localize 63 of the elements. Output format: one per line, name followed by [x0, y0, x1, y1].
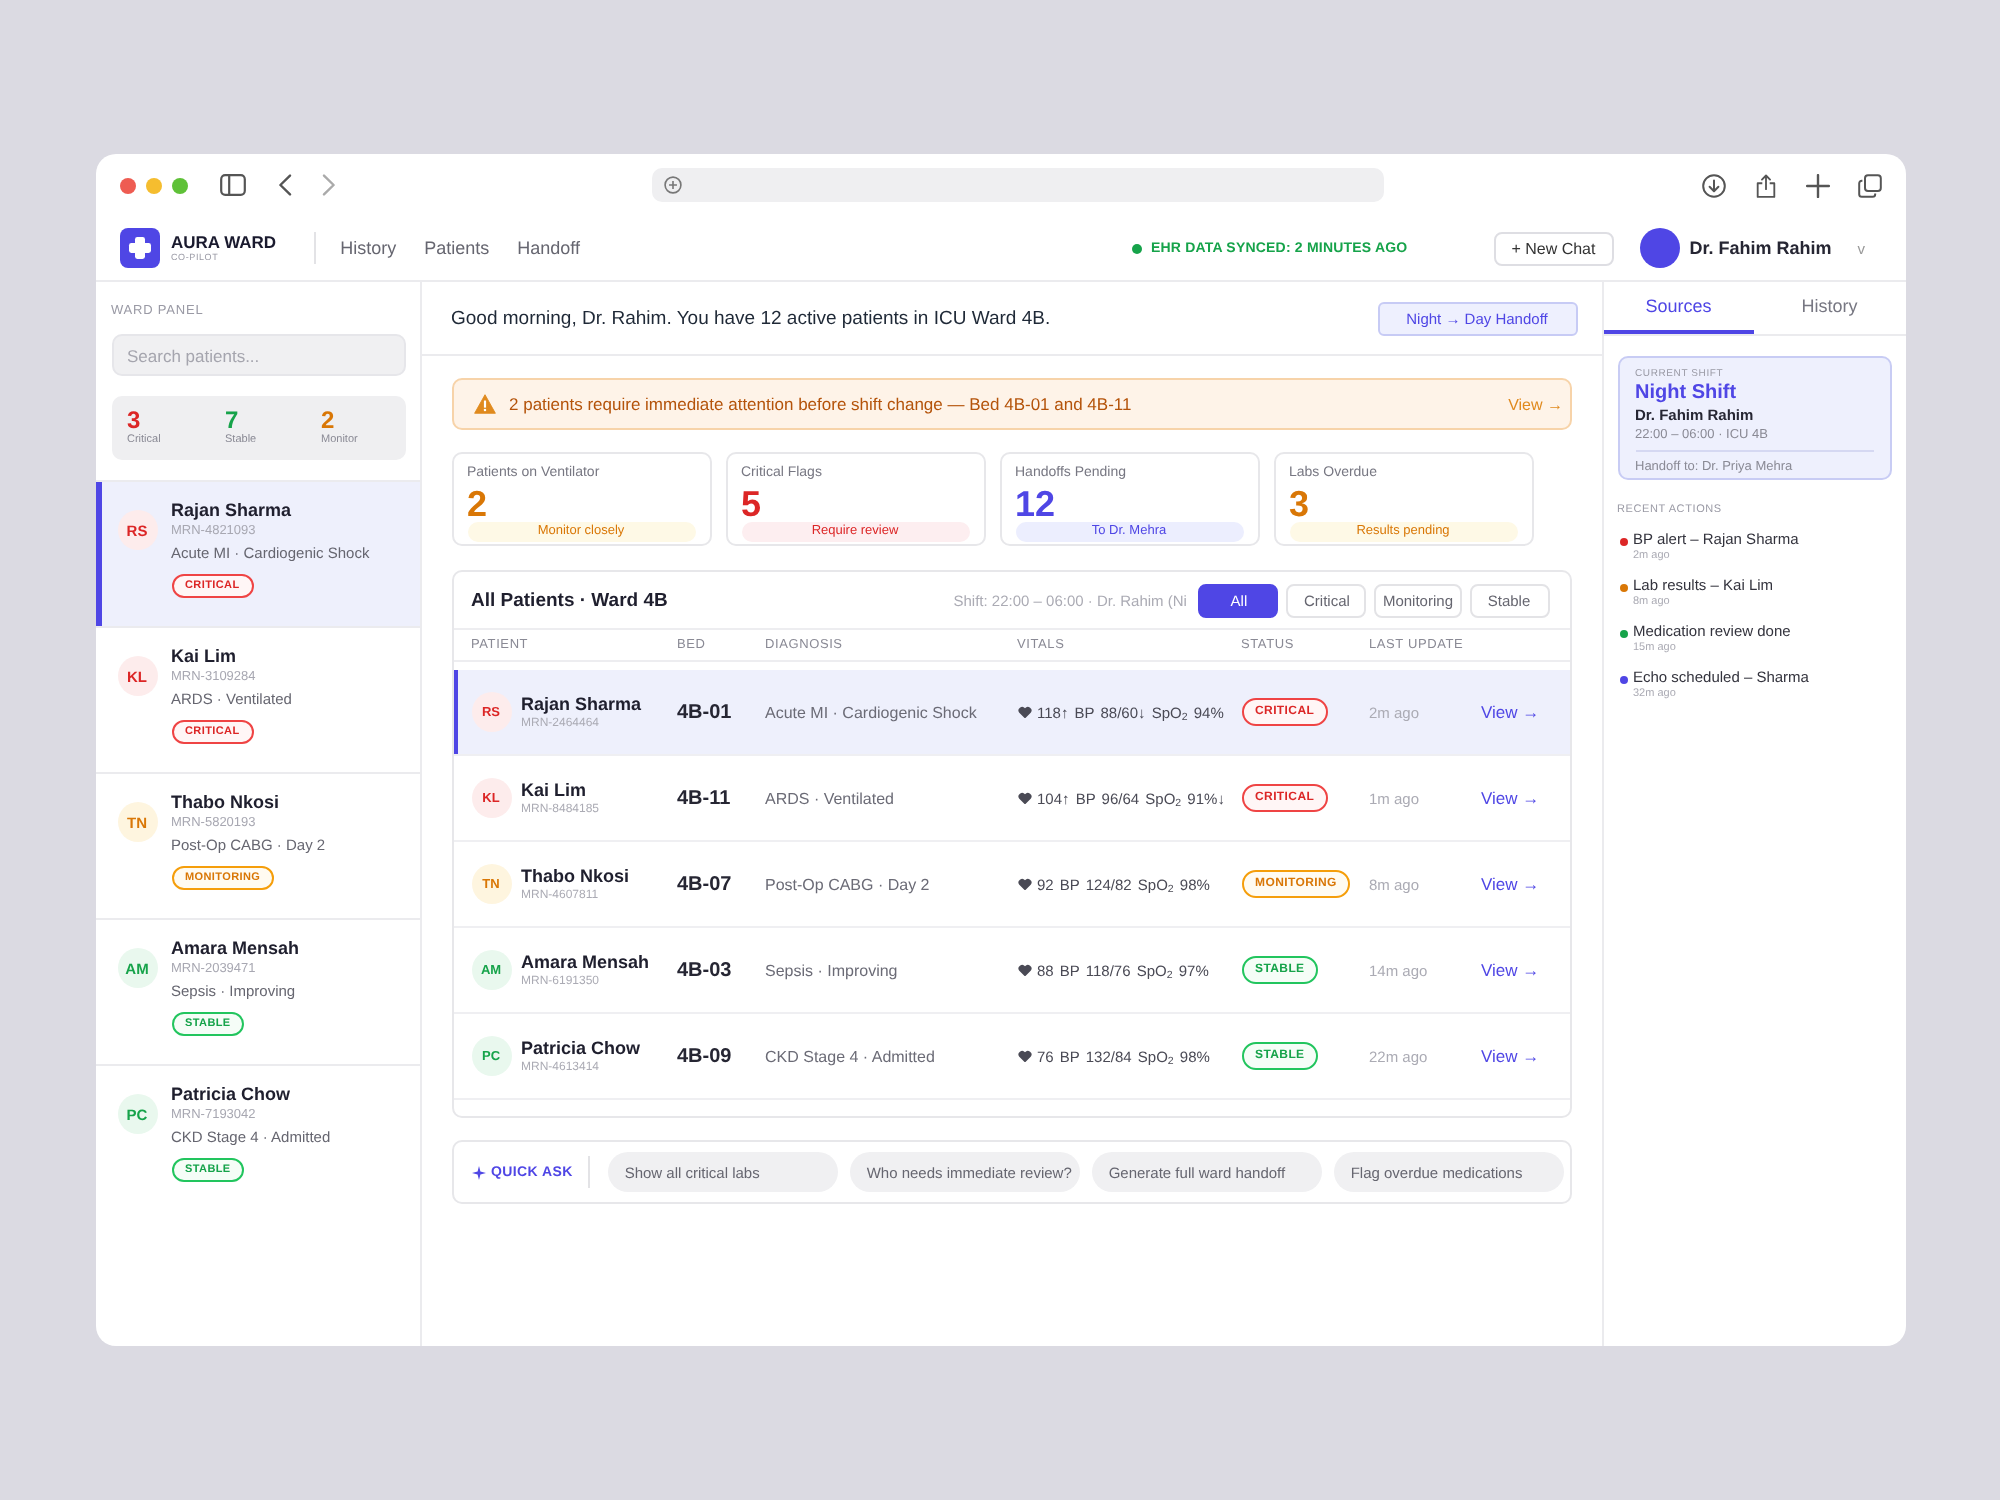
- share-icon[interactable]: [1753, 173, 1777, 197]
- panel-tab[interactable]: Sources: [1603, 282, 1754, 334]
- metric-value: 2: [467, 486, 488, 522]
- cross-logo-icon: [119, 228, 159, 268]
- download-icon[interactable]: [1701, 173, 1725, 197]
- patient-name: Amara Mensah: [171, 936, 300, 960]
- sidebar-icon[interactable]: [219, 174, 245, 196]
- metric-value: 12: [1015, 486, 1056, 522]
- patient-name: Rajan Sharma: [171, 498, 292, 522]
- bed-number: 4B-09: [677, 1045, 734, 1067]
- sparkle-icon: [471, 1165, 485, 1179]
- patient-name: Kai Lim: [521, 779, 589, 801]
- metric-value: 3: [1289, 486, 1310, 522]
- nav-link[interactable]: Patients: [424, 238, 490, 258]
- bed-number: 4B-11: [677, 787, 733, 809]
- bed-number: 4B-03: [677, 959, 734, 981]
- view-link[interactable]: View →: [1481, 1046, 1540, 1066]
- bed-number: 4B-01: [677, 701, 734, 723]
- plus-icon[interactable]: [1805, 173, 1829, 197]
- heart-icon: [1017, 963, 1031, 977]
- metric-value: 5: [741, 486, 762, 522]
- chevron-left-icon[interactable]: [277, 174, 291, 196]
- stat-value: 3: [127, 408, 143, 434]
- avatar-icon[interactable]: [1639, 228, 1680, 268]
- stat-value: 7: [225, 408, 241, 434]
- heart-icon: [1017, 791, 1031, 805]
- plus-circle-icon: [664, 176, 682, 194]
- view-link[interactable]: View →: [1481, 788, 1540, 808]
- diagnosis-text: ARDS · Ventilated: [765, 789, 896, 807]
- patient-name: Rajan Sharma: [521, 693, 642, 715]
- window-close-icon[interactable]: [119, 177, 135, 193]
- diagnosis-text: CKD Stage 4 · Admitted: [765, 1047, 937, 1065]
- new-chat-button[interactable]: + New Chat: [1493, 231, 1614, 265]
- heart-icon: [1017, 1049, 1031, 1063]
- shift-title: Night Shift: [1635, 382, 1737, 406]
- patient-name: Amara Mensah: [521, 951, 650, 973]
- table-title: All Patients · Ward 4B: [471, 589, 668, 611]
- heart-icon: [1017, 705, 1031, 719]
- status-dot-icon: [1132, 243, 1143, 253]
- patient-name: Thabo Nkosi: [521, 865, 630, 887]
- patient-name: Kai Lim: [171, 644, 237, 668]
- view-link[interactable]: View →: [1481, 874, 1540, 894]
- patient-name: Thabo Nkosi: [171, 790, 280, 814]
- diagnosis-text: Sepsis · Improving: [765, 961, 900, 979]
- patient-name: Patricia Chow: [521, 1037, 641, 1059]
- panel-tab[interactable]: History: [1754, 282, 1905, 334]
- alert-message: 2 patients require immediate attention before shift change — Bed 4B-01 and 4B-11: [509, 394, 1132, 414]
- stat-value: 2: [321, 408, 337, 434]
- warning-icon: [473, 394, 495, 414]
- heart-icon: [1017, 877, 1031, 891]
- diagnosis-text: Post-Op CABG · Day 2: [765, 875, 932, 893]
- stacked-squares-icon[interactable]: [1857, 173, 1881, 197]
- user-name: Dr. Fahim Rahim: [1689, 238, 1832, 258]
- patient-name: Patricia Chow: [171, 1082, 291, 1106]
- brand-name: AURA WARD: [171, 232, 277, 252]
- greeting-text: Good morning, Dr. Rahim. You have 12 active patients in ICU Ward 4B.: [451, 307, 1051, 329]
- view-link[interactable]: View →: [1481, 702, 1540, 722]
- nav-link[interactable]: History: [340, 238, 397, 258]
- nav-link[interactable]: Handoff: [517, 238, 580, 258]
- diagnosis-text: Acute MI · Cardiogenic Shock: [765, 703, 979, 721]
- search-field[interactable]: Search patients...: [111, 334, 405, 376]
- view-link[interactable]: View →: [1481, 960, 1540, 980]
- bed-number: 4B-07: [677, 873, 734, 895]
